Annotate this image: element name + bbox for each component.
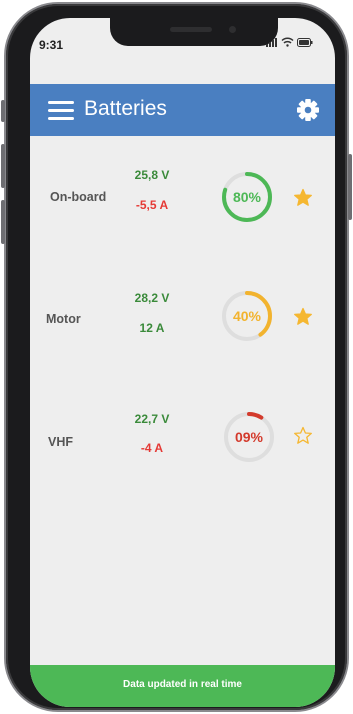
- battery-row-vhf[interactable]: VHF 22,7 V -4 A 09%: [30, 412, 335, 482]
- gear-icon[interactable]: [295, 97, 321, 123]
- menu-icon[interactable]: [48, 98, 74, 122]
- voltage-value: 25,8 V: [134, 168, 170, 182]
- signal-icon: [266, 37, 277, 47]
- footer-status-text: Data updated in real time: [123, 679, 242, 690]
- battery-row-onboard[interactable]: On-board 25,8 V -5,5 A 80%: [30, 162, 335, 232]
- charge-gauge: 80%: [220, 170, 274, 224]
- notch: [110, 18, 278, 46]
- battery-row-motor[interactable]: Motor 28,2 V 12 A 40%: [30, 289, 335, 359]
- footer-bar: Data updated in real time: [30, 665, 335, 707]
- wifi-icon: [281, 37, 294, 47]
- charge-gauge: 09%: [222, 410, 276, 464]
- app-screen: 9:31 Batteries On-board 25,8 V -5,5 A 80…: [30, 18, 335, 707]
- charge-percent: 40%: [232, 308, 262, 324]
- charge-percent: 80%: [232, 189, 262, 205]
- speaker-grille: [170, 27, 212, 32]
- current-value: 12 A: [139, 321, 165, 335]
- voltage-value: 22,7 V: [134, 412, 170, 426]
- charge-percent: 09%: [234, 429, 264, 445]
- favorite-star-outline-icon[interactable]: [293, 426, 313, 446]
- current-value: -5,5 A: [135, 198, 169, 212]
- battery-icon: [297, 37, 313, 47]
- current-value: -4 A: [140, 441, 164, 455]
- status-time: 9:31: [39, 38, 64, 52]
- status-icons: [266, 37, 313, 47]
- charge-gauge: 40%: [220, 289, 274, 343]
- volume-up-button: [1, 144, 5, 188]
- phone-frame: 9:31 Batteries On-board 25,8 V -5,5 A 80…: [1, 4, 352, 710]
- favorite-star-icon[interactable]: [293, 307, 313, 327]
- page-title: Batteries: [84, 97, 167, 120]
- power-button: [348, 154, 352, 220]
- volume-down-button: [1, 200, 5, 244]
- favorite-star-icon[interactable]: [293, 188, 313, 208]
- battery-name: Motor: [46, 312, 81, 326]
- voltage-value: 28,2 V: [134, 291, 170, 305]
- app-bar: Batteries: [30, 84, 335, 136]
- front-camera: [229, 26, 236, 33]
- battery-name: On-board: [50, 190, 107, 204]
- battery-name: VHF: [48, 435, 73, 449]
- mute-switch: [1, 100, 5, 122]
